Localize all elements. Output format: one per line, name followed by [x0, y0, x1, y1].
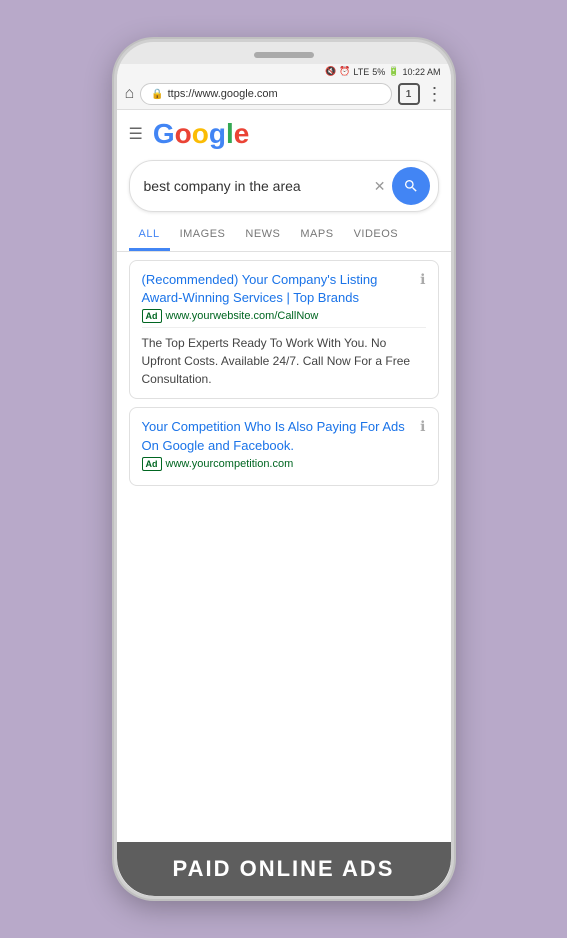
- tab-maps[interactable]: MAPS: [290, 220, 343, 251]
- ad-title-2[interactable]: Your Competition Who Is Also Paying For …: [142, 418, 426, 454]
- search-input[interactable]: best company in the area: [144, 178, 368, 194]
- paid-online-ads-label: PAID ONLINE ADS: [117, 842, 451, 896]
- battery-icon: 🔋: [388, 66, 399, 77]
- logo-g2: g: [209, 118, 226, 149]
- ad-url-1[interactable]: www.yourwebsite.com/CallNow: [166, 310, 319, 322]
- google-search-page: ☰ Google best company in the area ✕ ALL …: [117, 110, 451, 896]
- time: 10:22 AM: [402, 67, 440, 77]
- ad-url-2[interactable]: www.yourcompetition.com: [166, 458, 294, 470]
- search-button[interactable]: [392, 167, 430, 205]
- home-icon[interactable]: ⌂: [125, 85, 135, 103]
- ad-row-2: Ad www.yourcompetition.com: [142, 457, 426, 471]
- silent-switch[interactable]: [114, 272, 117, 322]
- google-logo: Google: [153, 118, 249, 150]
- status-bar: 🔇 ⏰ LTE 5% 🔋 10:22 AM: [117, 64, 451, 79]
- search-tabs: ALL IMAGES NEWS MAPS VIDEOS: [117, 220, 451, 252]
- status-icons: 🔇 ⏰ LTE 5% 🔋 10:22 AM: [325, 66, 441, 77]
- logo-g: G: [153, 118, 175, 149]
- tab-news[interactable]: NEWS: [235, 220, 290, 251]
- tab-count[interactable]: 1: [398, 83, 420, 105]
- search-results: ℹ (Recommended) Your Company's Listing A…: [117, 252, 451, 842]
- browser-toolbar: ⌂ 🔒 ttps://www.google.com 1 ⋮: [117, 79, 451, 110]
- logo-e: e: [234, 118, 250, 149]
- ad-title-1[interactable]: (Recommended) Your Company's Listing Awa…: [142, 271, 426, 307]
- clear-search-icon[interactable]: ✕: [374, 178, 386, 195]
- volume-down-button[interactable]: [114, 212, 117, 262]
- url-text: ttps://www.google.com: [168, 88, 278, 100]
- volume-up-button[interactable]: [114, 162, 117, 197]
- bottom-label-text: PAID ONLINE ADS: [173, 856, 395, 882]
- phone-frame: 🔇 ⏰ LTE 5% 🔋 10:22 AM ⌂ 🔒 ttps://www.goo…: [114, 39, 454, 899]
- search-icon: [403, 178, 419, 194]
- speaker-grille: [254, 52, 314, 58]
- tab-images[interactable]: IMAGES: [170, 220, 236, 251]
- tab-videos[interactable]: VIDEOS: [344, 220, 409, 251]
- ad-badge-2: Ad: [142, 457, 162, 471]
- secure-lock-icon: 🔒: [151, 89, 163, 100]
- mute-icon: 🔇: [325, 66, 336, 77]
- info-icon-1[interactable]: ℹ: [420, 271, 425, 288]
- logo-o1: o: [175, 118, 192, 149]
- network-icon: LTE: [353, 67, 369, 77]
- ad-result-1: ℹ (Recommended) Your Company's Listing A…: [129, 260, 439, 399]
- ad-result-2: ℹ Your Competition Who Is Also Paying Fo…: [129, 407, 439, 485]
- hamburger-menu-icon[interactable]: ☰: [129, 124, 143, 144]
- ad-desc-1: The Top Experts Ready To Work With You. …: [142, 327, 426, 388]
- more-options-icon[interactable]: ⋮: [426, 84, 443, 105]
- url-bar[interactable]: 🔒 ttps://www.google.com: [140, 83, 391, 105]
- search-box-container: best company in the area ✕: [117, 154, 451, 220]
- power-button[interactable]: [451, 192, 454, 252]
- info-icon-2[interactable]: ℹ: [420, 418, 425, 435]
- logo-l: l: [226, 118, 234, 149]
- alarm-icon: ⏰: [339, 66, 350, 77]
- battery-percent: 5%: [372, 67, 385, 77]
- ad-badge-1: Ad: [142, 309, 162, 323]
- google-header: ☰ Google: [117, 110, 451, 154]
- logo-o2: o: [192, 118, 209, 149]
- search-box[interactable]: best company in the area ✕: [129, 160, 439, 212]
- ad-row-1: Ad www.yourwebsite.com/CallNow: [142, 309, 426, 323]
- tab-all[interactable]: ALL: [129, 220, 170, 251]
